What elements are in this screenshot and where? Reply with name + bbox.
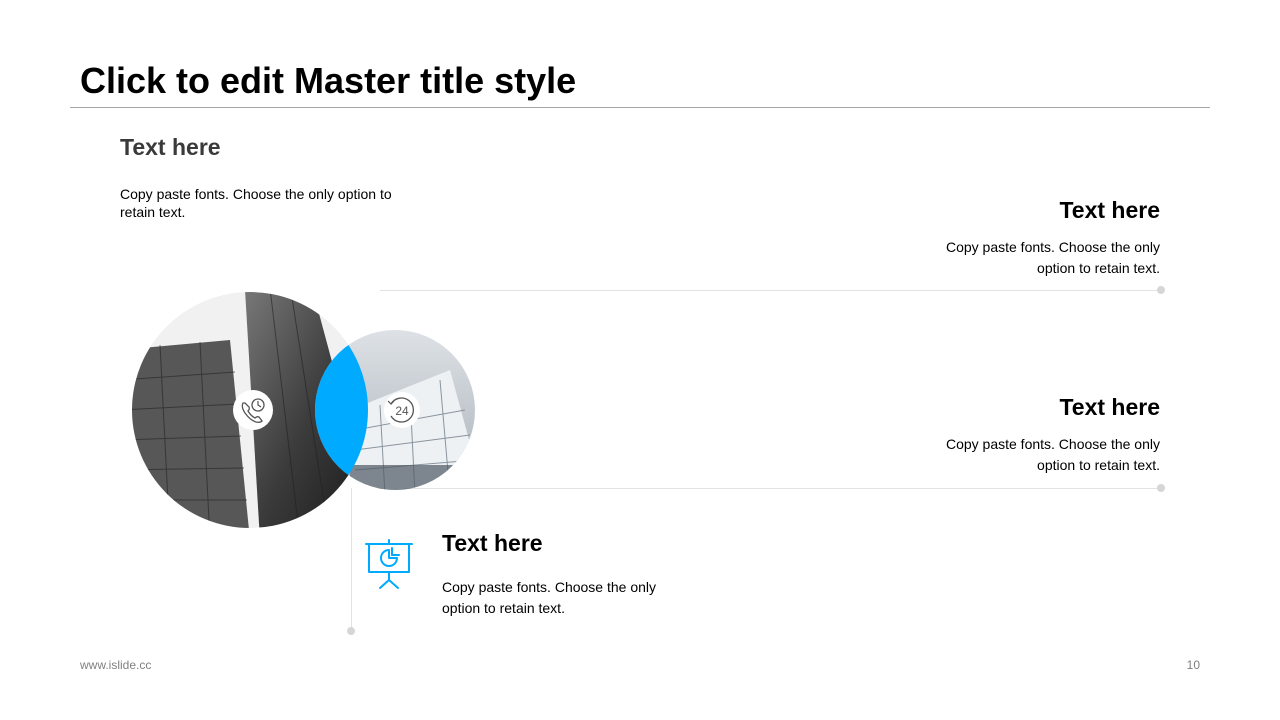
block-4-body: Copy paste fonts. Choose the only option… xyxy=(442,579,657,616)
block-3-heading: Text here xyxy=(1059,394,1160,420)
presentation-chart-icon xyxy=(365,539,413,589)
block-2-body: Copy paste fonts. Choose the only option… xyxy=(945,239,1160,276)
block-2-heading: Text here xyxy=(1059,197,1160,223)
building-photo-circles: 24 xyxy=(132,292,475,528)
block-3-body: Copy paste fonts. Choose the only option… xyxy=(945,436,1160,473)
connector-dot-3 xyxy=(347,627,355,635)
block-1-body: Copy paste fonts. Choose the only option… xyxy=(120,186,392,220)
connector-line-1 xyxy=(380,290,1161,291)
page-title: Click to edit Master title style xyxy=(80,60,577,101)
page-number: 10 xyxy=(1186,658,1200,672)
svg-text:24: 24 xyxy=(395,404,409,418)
block-1-heading: Text here xyxy=(120,134,221,160)
phone-clock-icon xyxy=(233,390,273,430)
connector-dot-2 xyxy=(1157,484,1165,492)
title-divider xyxy=(70,107,1210,108)
footer-url: www.islide.cc xyxy=(80,658,152,672)
connector-line-2 xyxy=(380,488,1161,489)
24-hour-icon: 24 xyxy=(384,392,420,428)
connector-dot-1 xyxy=(1157,286,1165,294)
